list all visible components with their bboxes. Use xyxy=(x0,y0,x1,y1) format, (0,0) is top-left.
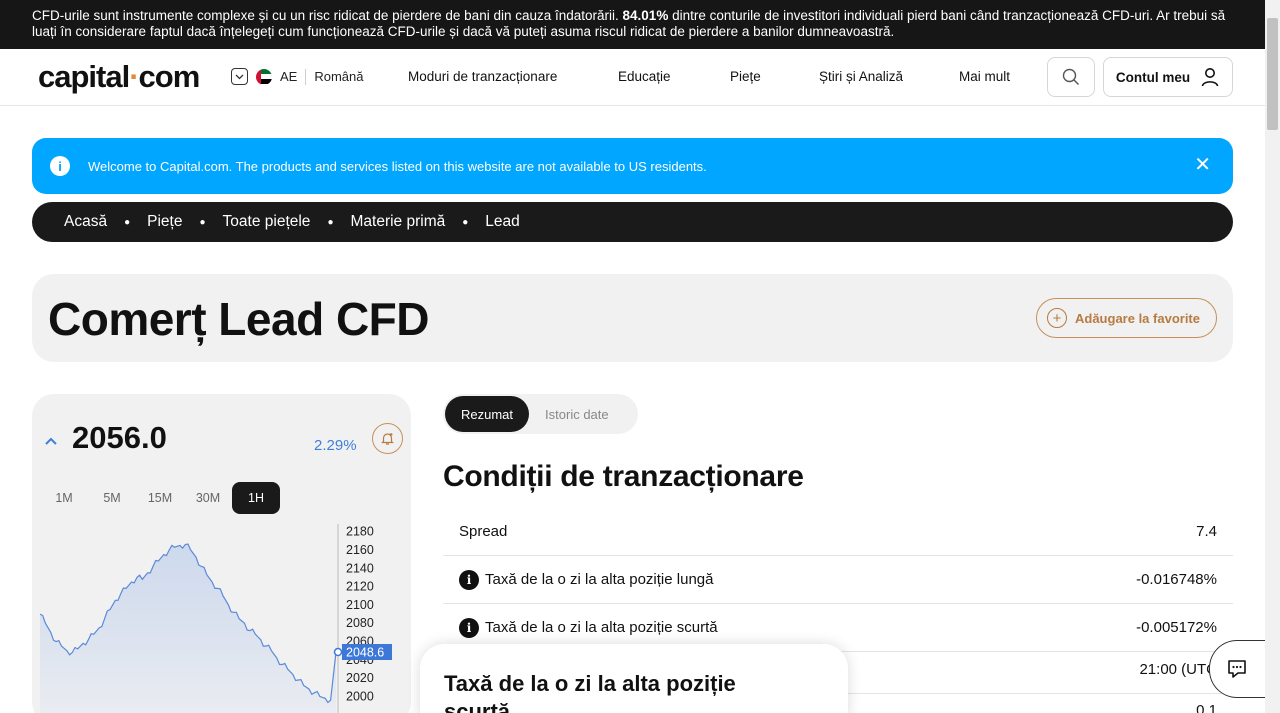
plus-circle-icon: + xyxy=(1047,308,1067,328)
current-price: 2056.0 xyxy=(72,420,167,455)
tab-historical-data[interactable]: Istoric date xyxy=(529,396,625,432)
y-tick-label: 2100 xyxy=(346,598,374,612)
search-button[interactable] xyxy=(1047,57,1095,97)
page-title: Comerț Lead CFD xyxy=(48,293,429,345)
timeframe-1m[interactable]: 1M xyxy=(40,482,88,514)
info-icon[interactable]: i xyxy=(459,617,479,638)
site-header: capital·com AE Română Moduri de tranzacț… xyxy=(0,49,1265,106)
price-alert-button[interactable] xyxy=(372,423,403,454)
nav-markets[interactable]: Piețe xyxy=(730,69,761,84)
y-tick-label: 2160 xyxy=(346,543,374,557)
trading-conditions-title: Condiții de tranzacționare xyxy=(443,460,804,493)
price-panel: 2056.0 2.29% 1M 5M 15M 30M 1H 2180 2160 21… xyxy=(32,394,411,713)
banner-text: Welcome to Capital.com. The products and… xyxy=(88,158,707,174)
chart-area xyxy=(40,544,336,713)
condition-value: 7.4 xyxy=(1196,523,1217,540)
condition-label: Spread xyxy=(459,523,508,540)
chevron-down-icon xyxy=(231,68,248,85)
risk-percent: 84.01% xyxy=(622,8,669,23)
breadcrumb-separator: ● xyxy=(199,216,206,228)
chat-icon xyxy=(1228,660,1246,678)
tab-bar: Rezumat Istoric date xyxy=(443,394,638,434)
breadcrumb-current: Lead xyxy=(485,213,520,230)
bell-plus-icon xyxy=(381,433,394,445)
condition-row-spread: Spread 7.4 xyxy=(443,508,1233,556)
capital-logo[interactable]: capital·com xyxy=(38,59,200,95)
my-account-button[interactable]: Contul meu xyxy=(1103,57,1233,97)
current-price-dot xyxy=(333,647,343,657)
region-code: AE xyxy=(280,69,298,84)
close-icon[interactable]: ✕ xyxy=(1194,155,1211,175)
account-label: Contul meu xyxy=(1115,69,1191,85)
breadcrumb-separator: ● xyxy=(327,216,334,228)
user-icon xyxy=(1201,68,1219,87)
add-to-favorites-button[interactable]: + Adăugare la favorite xyxy=(1036,298,1217,338)
scrollbar-thumb[interactable] xyxy=(1267,18,1278,130)
condition-value: 0.1 xyxy=(1196,702,1217,713)
language-selector[interactable]: Română xyxy=(314,69,363,84)
chat-button[interactable] xyxy=(1209,640,1265,698)
timeframe-1h[interactable]: 1H xyxy=(232,482,280,514)
breadcrumb-separator: ● xyxy=(124,216,131,228)
tooltip-popup: Taxă de la o zi la alta poziție scurtă xyxy=(420,644,848,713)
y-tick-label: 2000 xyxy=(346,690,374,704)
condition-row-overnight-long: i Taxă de la o zi la alta poziție lungă -… xyxy=(443,556,1233,604)
timeframe-30m[interactable]: 30M xyxy=(184,482,232,514)
y-tick-label: 2120 xyxy=(346,580,374,594)
search-icon xyxy=(1062,68,1079,85)
us-residents-banner: i Welcome to Capital.com. The products a… xyxy=(32,138,1233,194)
popup-title: Taxă de la o zi la alta poziție scurtă xyxy=(444,671,736,713)
chevron-up-icon xyxy=(45,437,57,445)
info-icon: i xyxy=(50,156,70,176)
y-tick-label: 2140 xyxy=(346,561,374,575)
info-icon[interactable]: i xyxy=(459,569,479,590)
price-chart[interactable]: 2180216021402120210020802060204020202000… xyxy=(32,524,411,713)
y-tick-label: 2180 xyxy=(346,525,374,539)
breadcrumb-all-markets[interactable]: Toate piețele xyxy=(223,213,311,231)
condition-value: 21:00 (UTC xyxy=(1139,661,1217,678)
risk-warning-text: CFD-urile sunt instrumente complexe și c… xyxy=(32,8,623,23)
nav-more[interactable]: Mai mult xyxy=(959,69,1010,84)
price-change: 2.29% xyxy=(314,437,357,454)
breadcrumb-commodities[interactable]: Materie primă xyxy=(350,213,445,231)
tab-summary[interactable]: Rezumat xyxy=(445,396,530,432)
risk-warning-bar: CFD-urile sunt instrumente complexe și c… xyxy=(0,0,1265,49)
timeframe-15m[interactable]: 15M xyxy=(136,482,184,514)
current-price-label: 2048.6 xyxy=(346,645,384,659)
nav-education[interactable]: Educație xyxy=(618,69,671,84)
region-selector[interactable]: AE Română xyxy=(231,68,363,85)
scrollbar[interactable] xyxy=(1265,0,1280,713)
breadcrumb-markets[interactable]: Piețe xyxy=(147,213,182,231)
condition-label: Taxă de la o zi la alta poziție scurtă xyxy=(485,619,718,636)
nav-news-analysis[interactable]: Știri și Analiză xyxy=(819,69,903,84)
favorite-label: Adăugare la favorite xyxy=(1075,310,1200,326)
breadcrumb-separator: ● xyxy=(462,216,469,228)
page: CFD-urile sunt instrumente complexe și c… xyxy=(0,0,1280,713)
condition-label: Taxă de la o zi la alta poziție lungă xyxy=(485,571,714,588)
uae-flag-icon xyxy=(256,68,272,85)
condition-value: -0.005172% xyxy=(1136,619,1217,636)
nav-trading-modes[interactable]: Moduri de tranzacționare xyxy=(408,69,557,84)
breadcrumb: Acasă ● Piețe ● Toate piețele ● Materie … xyxy=(32,202,1233,242)
timeframe-5m[interactable]: 5M xyxy=(88,482,136,514)
condition-value: -0.016748% xyxy=(1136,571,1217,588)
y-tick-label: 2020 xyxy=(346,671,374,685)
y-tick-label: 2080 xyxy=(346,616,374,630)
divider xyxy=(305,68,307,85)
breadcrumb-home[interactable]: Acasă xyxy=(64,213,107,231)
title-card: Comerț Lead CFD + Adăugare la favorite xyxy=(32,274,1233,362)
